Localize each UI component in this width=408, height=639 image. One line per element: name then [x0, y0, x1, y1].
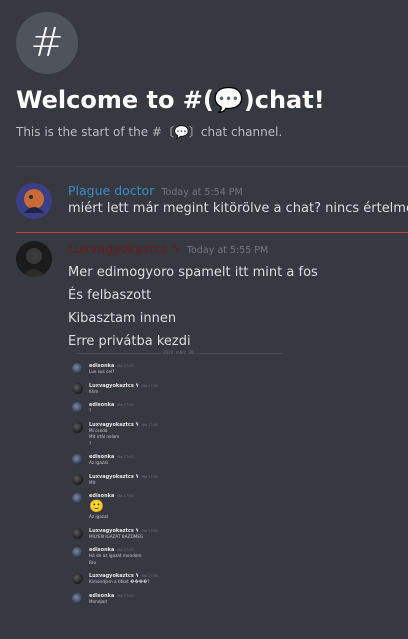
embedded-timestamp: Ma 17:00 [141, 528, 159, 533]
embedded-text: Az igazat [89, 514, 109, 519]
embedded-text: ? [89, 440, 92, 446]
embedded-timestamp: Ma 17:00 [117, 593, 134, 598]
image-attachment[interactable]: 2020. márc. 20. edisonka Ma 17:00 Lux sus … [68, 349, 290, 624]
welcome-subtitle: This is the start of the #〔💬〕chat channe… [16, 125, 283, 139]
embedded-text: Lux sus cel? [89, 369, 115, 374]
embedded-timestamp: Ma 17:00 [117, 548, 134, 552]
channel-welcome: # Welcome to #(💬)chat! This is the start… [16, 12, 396, 140]
embedded-text: Bro [89, 559, 97, 565]
embedded-avatar [72, 363, 83, 374]
embedded-avatar [72, 493, 83, 504]
embedded-timestamp: Ma 17:00 [117, 494, 134, 498]
embedded-author: Luxvagyokaztcs ϟ [89, 421, 139, 428]
embedded-timestamp: Ma 17:00 [141, 383, 159, 388]
embedded-timestamp: Ma 17:00 [141, 574, 159, 578]
embedded-author: Luxvagyokaztcs ϟ [89, 473, 139, 480]
message-text: Kibasztam innen [68, 311, 177, 326]
embedded-avatar [72, 454, 83, 465]
embedded-message: edisonka Ma 17:00 Az igazat [72, 454, 286, 467]
embedded-timestamp: Ma 17:00 [141, 422, 159, 427]
hash-icon: # [16, 12, 78, 74]
embedded-message: Luxvagyokaztcs ϟ Ma 17:00 MILYEN IGAZAT BA… [72, 527, 286, 541]
timestamp: Today at 5:54 PM [161, 187, 243, 198]
embedded-message: Luxvagyokaztcs ϟ Ma 17:00 Kimondjam a titk… [72, 573, 286, 586]
embedded-message: Luxvagyokaztcs ϟ Ma 17:00 Mi csodá Mit írtá… [72, 421, 286, 448]
embedded-message: edisonka Ma 17:00 Mondjad [72, 592, 286, 606]
embedded-message: edisonka Ma 17:00 Há de az igazat mondom Br… [72, 547, 286, 566]
embedded-message: edisonka Ma 17:00 🙂 Az igazat [72, 493, 286, 521]
message-text: miért lett már megint kitörölve a chat? … [68, 201, 408, 216]
embedded-author: edisonka [89, 592, 115, 599]
divider [16, 166, 408, 167]
embedded-avatar [72, 547, 83, 558]
message: Plague doctor Today at 5:54 PM miért let… [16, 183, 408, 219]
avatar[interactable] [16, 183, 52, 219]
date-separator: 2020. márc. 20. [76, 350, 282, 355]
embedded-timestamp: Ma 17:00 [117, 403, 134, 407]
embedded-text: Kimondjam a titkot ����? [89, 579, 150, 584]
embedded-avatar [72, 421, 83, 433]
embedded-avatar [72, 527, 83, 539]
embedded-timestamp: Ma 17:00 [117, 364, 134, 368]
avatar-plague-doctor-image [16, 183, 52, 219]
embedded-text: ? [89, 408, 92, 413]
new-messages-divider [16, 232, 408, 233]
embedded-message: edisonka Ma 17:00? [72, 402, 286, 415]
embedded-timestamp: Ma 17:00 [141, 474, 159, 479]
embedded-avatar [72, 382, 83, 394]
smile-emoji: 🙂 [89, 499, 104, 513]
embedded-avatar [72, 592, 83, 604]
embedded-avatar [72, 573, 83, 584]
date-separator-label: 2020. márc. 20. [161, 350, 197, 355]
embedded-text: Mit [89, 479, 96, 485]
embedded-timestamp: Ma 17:00 [117, 455, 134, 459]
author-name[interactable]: Luxvagyokaztcs ϟ [68, 241, 180, 256]
message: Luxvagyokaztcs ϟ Today at 5:55 PM Mer ed… [16, 241, 400, 353]
embedded-message: Luxvagyokaztcs ϟ Ma 17:00 Khm [72, 382, 286, 396]
embedded-text: Mondjad [89, 598, 107, 604]
message-text: És felbaszott [68, 288, 152, 303]
embedded-text: Az igazat [89, 460, 109, 465]
avatar[interactable] [16, 241, 52, 277]
embedded-text: MILYEN IGAZAT BAZDMEG [89, 533, 144, 539]
embedded-avatar [72, 402, 83, 413]
embedded-text: Khm [89, 388, 99, 394]
message-text: Mer edimogyoro spamelt itt mint a fos [68, 265, 318, 280]
avatar-dark-image [16, 241, 52, 277]
timestamp: Today at 5:55 PM [186, 245, 269, 256]
embedded-author: Luxvagyokaztcs ϟ [89, 382, 139, 389]
author-name[interactable]: Plague doctor [68, 183, 154, 198]
embedded-avatar [72, 473, 83, 485]
embedded-message: edisonka Ma 17:00 Lux sus cel? [72, 363, 286, 376]
embedded-author: Luxvagyokaztcs ϟ [89, 527, 139, 534]
embedded-message: Luxvagyokaztcs ϟ Ma 17:00 Mit [72, 473, 286, 487]
embedded-author: edisonka [89, 402, 115, 408]
welcome-title: Welcome to #(💬)chat! [16, 86, 325, 114]
